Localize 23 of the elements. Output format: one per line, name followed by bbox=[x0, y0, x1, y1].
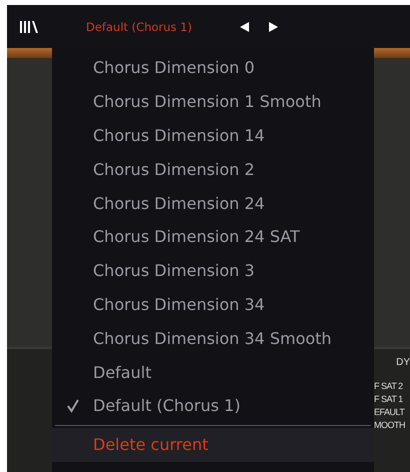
preset-menu-item[interactable]: Chorus Dimension 3 bbox=[52, 254, 374, 288]
panel-heading: DY bbox=[395, 357, 410, 368]
delete-current-item[interactable]: Delete current bbox=[52, 428, 374, 462]
preset-menu-item[interactable]: Chorus Dimension 0 bbox=[52, 51, 374, 85]
next-arrow-icon[interactable] bbox=[268, 20, 280, 32]
preset-menu-item[interactable]: Chorus Dimension 34 Smooth bbox=[52, 321, 374, 356]
panel-label: F SAT 2 bbox=[374, 380, 404, 393]
previous-arrow-icon[interactable] bbox=[238, 20, 250, 32]
preset-menu-item[interactable]: Chorus Dimension 34 bbox=[52, 288, 374, 322]
library-icon[interactable] bbox=[19, 20, 39, 34]
preset-menu-item[interactable]: Chorus Dimension 14 bbox=[52, 118, 374, 152]
panel-label: F SAT 1 bbox=[374, 393, 404, 406]
panel-label: MOOTH bbox=[374, 419, 406, 432]
preset-menu-item[interactable]: Chorus Dimension 24 SAT bbox=[52, 220, 374, 254]
panel-label: EFAULT bbox=[374, 406, 406, 419]
preset-name[interactable]: Default (Chorus 1) bbox=[86, 20, 192, 34]
preset-menu-item[interactable]: Default bbox=[52, 355, 374, 389]
preset-menu-item[interactable]: Default (Chorus 1) bbox=[52, 388, 374, 423]
preset-menu-item[interactable]: Chorus Dimension 24 bbox=[52, 186, 374, 220]
wood-trim bbox=[7, 48, 52, 58]
preset-menu-item[interactable]: Chorus Dimension 1 Smooth bbox=[52, 84, 374, 119]
wood-trim bbox=[374, 48, 410, 58]
preset-menu-item[interactable]: Chorus Dimension 2 bbox=[52, 152, 374, 186]
